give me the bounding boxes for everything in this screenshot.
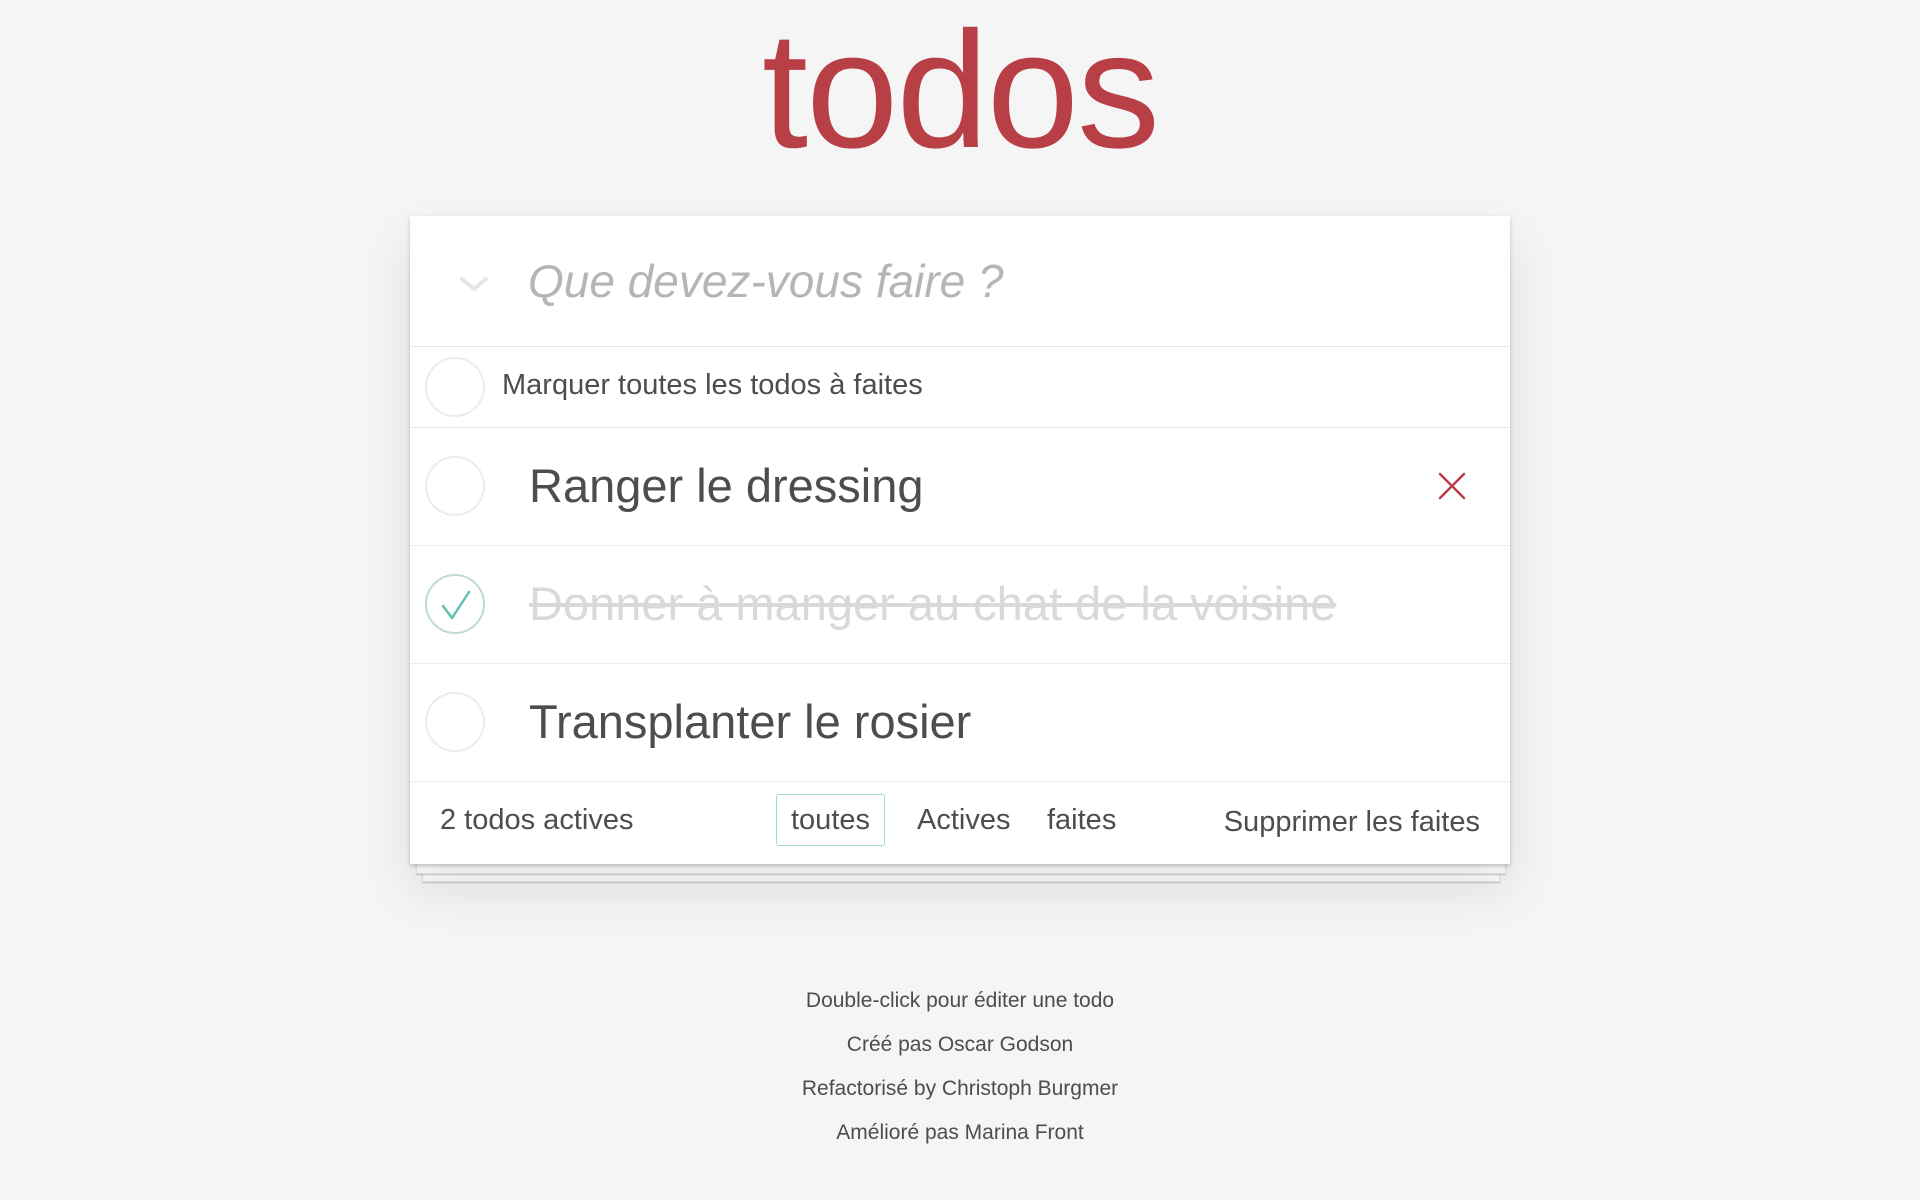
todo-item: Ranger le dressing — [410, 428, 1510, 546]
toggle-all-row[interactable]: Marquer toutes les todos à faites — [410, 347, 1510, 428]
filter-completed[interactable]: faites — [1032, 794, 1131, 846]
toggle-all-label: Marquer toutes les todos à faites — [502, 369, 923, 401]
toggle-all-checkbox[interactable] — [425, 357, 485, 417]
todo-list: Ranger le dressing Donner à manger au ch… — [410, 428, 1510, 782]
header — [410, 216, 1510, 347]
info-line-improved-by: Amélioré pas Marina Front — [836, 1121, 1084, 1144]
todo-app: Marquer toutes les todos à faites Ranger… — [410, 216, 1510, 864]
todo-item: Donner à manger au chat de la voisine — [410, 546, 1510, 664]
todo-toggle-checkbox[interactable] — [425, 456, 485, 516]
info-footer: Double-click pour éditer une todo Créé p… — [0, 990, 1920, 1166]
info-line-edit-hint: Double-click pour éditer une todo — [805, 989, 1115, 1012]
filter-all[interactable]: toutes — [776, 794, 885, 846]
todo-count: 2 todos actives — [440, 804, 634, 836]
todo-label[interactable]: Donner à manger au chat de la voisine — [529, 576, 1336, 631]
info-line-created-by: Créé pas Oscar Godson — [846, 1033, 1074, 1056]
footer: 2 todos actives toutes Actives faites Su… — [410, 782, 1510, 864]
checkmark-icon — [441, 590, 471, 620]
todo-label[interactable]: Ranger le dressing — [529, 458, 924, 513]
todo-label[interactable]: Transplanter le rosier — [529, 694, 971, 749]
clear-completed-button[interactable]: Supprimer les faites — [1224, 806, 1480, 839]
todo-toggle-checkbox[interactable] — [425, 692, 485, 752]
app-title: todos — [761, 0, 1160, 183]
new-todo-input[interactable] — [528, 246, 1468, 316]
info-line-refactored-by: Refactorisé by Christoph Burgmer — [801, 1077, 1119, 1100]
todo-item: Transplanter le rosier — [410, 664, 1510, 782]
chevron-down-icon[interactable] — [454, 264, 494, 304]
close-icon[interactable] — [1430, 464, 1474, 508]
todo-toggle-checkbox[interactable] — [425, 574, 485, 634]
filter-active[interactable]: Actives — [902, 794, 1025, 846]
